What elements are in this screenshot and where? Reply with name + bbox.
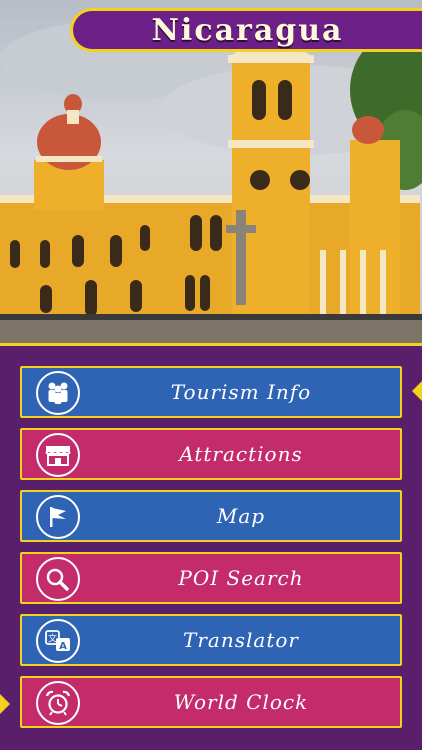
alarm-clock-icon <box>36 681 80 725</box>
people-icon <box>36 371 80 415</box>
world-clock-button[interactable]: World Clock <box>20 676 402 728</box>
world-clock-label: World Clock <box>173 690 309 714</box>
svg-text:文: 文 <box>48 633 57 645</box>
tourism-info-label: Tourism Info <box>170 380 312 404</box>
title-banner: Nicaragua <box>70 8 422 52</box>
attractions-button[interactable]: Attractions <box>20 428 402 480</box>
translator-label: Translator <box>183 628 299 652</box>
svg-text:A: A <box>59 641 67 652</box>
storefront-icon <box>36 433 80 477</box>
attractions-label: Attractions <box>179 442 303 466</box>
hero-cathedral-image: Nicaragua <box>0 0 422 346</box>
translate-icon: 文 A <box>36 619 80 663</box>
tab-marker-left <box>0 694 10 714</box>
poi-search-label: POI Search <box>178 566 304 590</box>
flag-icon <box>36 495 80 539</box>
map-button[interactable]: Map <box>20 490 402 542</box>
tab-marker-right <box>412 381 422 401</box>
tourism-info-button[interactable]: Tourism Info <box>20 366 402 418</box>
app-title: Nicaragua <box>151 13 344 48</box>
poi-search-button[interactable]: POI Search <box>20 552 402 604</box>
magnifier-icon <box>36 557 80 601</box>
map-label: Map <box>216 504 266 528</box>
translator-button[interactable]: 文 A Translator <box>20 614 402 666</box>
